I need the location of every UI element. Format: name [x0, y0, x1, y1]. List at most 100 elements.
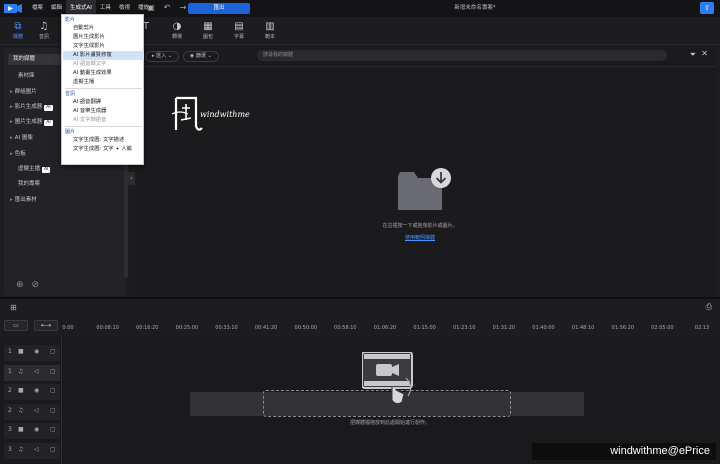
expand-caret-icon[interactable]: ▸	[10, 119, 13, 125]
sidebar-item[interactable]: ▸ AI 圖像	[10, 133, 33, 141]
sidebar-item[interactable]: ▸ 影片生成器 AI	[10, 102, 53, 111]
menu-item[interactable]: AI 影片畫質修復	[63, 51, 144, 60]
close-icon[interactable]: ✕	[701, 49, 708, 58]
menu-section-title: 圖片	[65, 129, 76, 135]
speaker-icon[interactable]: ◁	[34, 407, 39, 414]
import-hint: 在這裡按一下或拖曳影片或圖片。	[382, 223, 458, 229]
ai-badge: AI	[44, 105, 53, 111]
undo-icon[interactable]: ↶	[162, 3, 172, 13]
expand-caret-icon[interactable]: ▸	[10, 89, 13, 95]
visibility-icon[interactable]: ◉	[34, 348, 39, 355]
menu-item[interactable]: 文字生成影片	[63, 42, 144, 51]
add-track-icon[interactable]: ⊞	[10, 303, 17, 312]
expand-caret-icon[interactable]: ▸	[10, 197, 13, 203]
sidebar-item[interactable]: ▸ 圖片生成器 AI	[10, 117, 53, 126]
sidebar-item[interactable]: 虛擬主播 AI	[10, 164, 51, 173]
sidebar-item-label: 素材庫	[18, 73, 35, 79]
sidebar-item[interactable]: ▸ 匯出素材	[10, 195, 37, 203]
transition-icon: ◑	[172, 21, 182, 32]
tool-media[interactable]: ⧉ 媒體	[6, 20, 30, 44]
timeline-header	[0, 299, 720, 317]
track-number: 1	[8, 367, 12, 375]
track-header[interactable]: 2 ■ ◉ ▢	[4, 384, 60, 401]
menu-item[interactable]: 自動剪片	[63, 24, 144, 33]
import-folder-icon[interactable]	[398, 168, 452, 212]
tool-label: 範本	[264, 34, 275, 40]
track-header[interactable]: 3 ♫ ◁ ▢	[4, 442, 60, 460]
lock-icon[interactable]: ▢	[50, 368, 56, 375]
filter-dropdown[interactable]: ◉ 篩選 ⌄	[182, 51, 219, 62]
track-number: 2	[8, 387, 12, 394]
speaker-icon[interactable]: ◁	[34, 368, 39, 375]
visibility-icon[interactable]: ◉	[34, 387, 39, 394]
effect-icon: ▦	[203, 21, 213, 32]
track-number: 1	[8, 348, 12, 355]
menu-item[interactable]: AI 動畫生成效果	[63, 69, 144, 78]
lock-icon[interactable]: ▢	[50, 407, 56, 414]
track-number: 2	[8, 406, 12, 414]
media-icon: ⧉	[14, 21, 22, 32]
track-header[interactable]: 1 ■ ◉ ▢	[4, 345, 60, 362]
tool-subtitle[interactable]: ▤ 字幕	[227, 20, 251, 44]
ruler-tick: 01:48:10	[571, 325, 595, 331]
redo-icon[interactable]: →	[178, 3, 188, 13]
logo-text: windwithme	[200, 110, 250, 119]
audio-icon: ♫	[18, 445, 24, 453]
sidebar-item-label: 色板	[14, 151, 26, 157]
sample-media-link[interactable]: 使用範例媒體	[300, 234, 540, 241]
menu-item[interactable]: 文字生成圖: 文字 + 人臉	[63, 145, 144, 154]
tool-music[interactable]: ♫ 音訊	[32, 20, 56, 44]
menu-item[interactable]: 圖片生成影片	[63, 33, 144, 42]
fit-timeline-button[interactable]: ▭	[4, 320, 28, 331]
lock-icon[interactable]: ▢	[50, 348, 56, 355]
split-button[interactable]: ⇤⇥	[34, 320, 58, 331]
track-number: 3	[8, 426, 12, 433]
sidebar-item-label: 圖片生成器	[14, 119, 43, 125]
menu-item[interactable]: AI 音樂生成器	[63, 107, 144, 116]
save-icon[interactable]: ▣	[146, 3, 156, 13]
timeline-settings-icon[interactable]: ⎙	[706, 302, 712, 312]
expand-caret-icon[interactable]: ▸	[10, 104, 13, 110]
expand-caret-icon[interactable]: ▸	[10, 135, 13, 141]
ai-badge: AI	[42, 167, 51, 173]
import-dropdown[interactable]: ▸ 匯入 ⌄	[145, 51, 179, 62]
user-icon[interactable]: ⇧	[700, 2, 714, 14]
sidebar-item[interactable]: ▸ 色板	[10, 149, 26, 157]
export-button[interactable]: 匯出	[188, 3, 250, 14]
visibility-icon[interactable]: ◉	[34, 426, 39, 433]
speaker-icon[interactable]: ◁	[34, 446, 39, 453]
tool-effect[interactable]: ▦ 圖包	[196, 20, 220, 44]
remove-folder-icon[interactable]: ⊘	[32, 280, 40, 290]
timeline-ruler[interactable]: 0:00 00:08:10 00:16:20 00:25:00 00:33:10 00:4…	[62, 320, 720, 334]
filter-icon[interactable]: ⏷	[690, 50, 696, 60]
divider	[137, 66, 716, 67]
video-icon: ■	[18, 426, 24, 433]
track-header[interactable]: 1 ♫ ◁ ▢	[4, 364, 60, 382]
tool-label: 圖包	[202, 34, 213, 40]
menu-item[interactable]: AI 語音翻譯	[63, 98, 144, 107]
tool-transition[interactable]: ◑ 轉場	[165, 20, 189, 44]
track-header[interactable]: 2 ♫ ◁ ▢	[4, 403, 60, 421]
tool-template[interactable]: ▥ 範本	[258, 20, 282, 44]
add-folder-icon[interactable]: ⊕	[16, 280, 24, 290]
track-header[interactable]: 3 ■ ◉ ▢	[4, 423, 60, 440]
sidebar-item[interactable]: 我的專案	[10, 179, 40, 187]
sidebar-item[interactable]: ▸ 群組圖片	[10, 87, 37, 95]
track-number: 3	[8, 445, 12, 453]
search-input[interactable]: 搜尋我的媒體	[257, 50, 667, 61]
expand-caret-icon[interactable]: ▸	[10, 151, 13, 157]
menu-item[interactable]: 文字生成圖: 文字描述	[63, 136, 144, 145]
ruler-tick: 00:16:20	[136, 325, 159, 331]
menu-item[interactable]: 虛擬主播	[63, 78, 144, 87]
lock-icon[interactable]: ▢	[50, 387, 56, 394]
menu-item: AI 語音轉文字	[73, 61, 107, 67]
menu-item[interactable]: 檔案	[28, 0, 47, 17]
timeline-tools: ▭ ⇤⇥	[4, 320, 58, 331]
quick-toolbar: ▣ ↶ →	[146, 3, 188, 13]
lock-icon[interactable]: ▢	[50, 426, 56, 433]
collapse-sidebar-button[interactable]: ‹	[128, 172, 135, 185]
ruler-tick: 02:13	[694, 325, 710, 331]
lock-icon[interactable]: ▢	[50, 446, 56, 453]
sidebar-item[interactable]: 素材庫	[10, 71, 35, 79]
menu-separator	[65, 88, 142, 89]
